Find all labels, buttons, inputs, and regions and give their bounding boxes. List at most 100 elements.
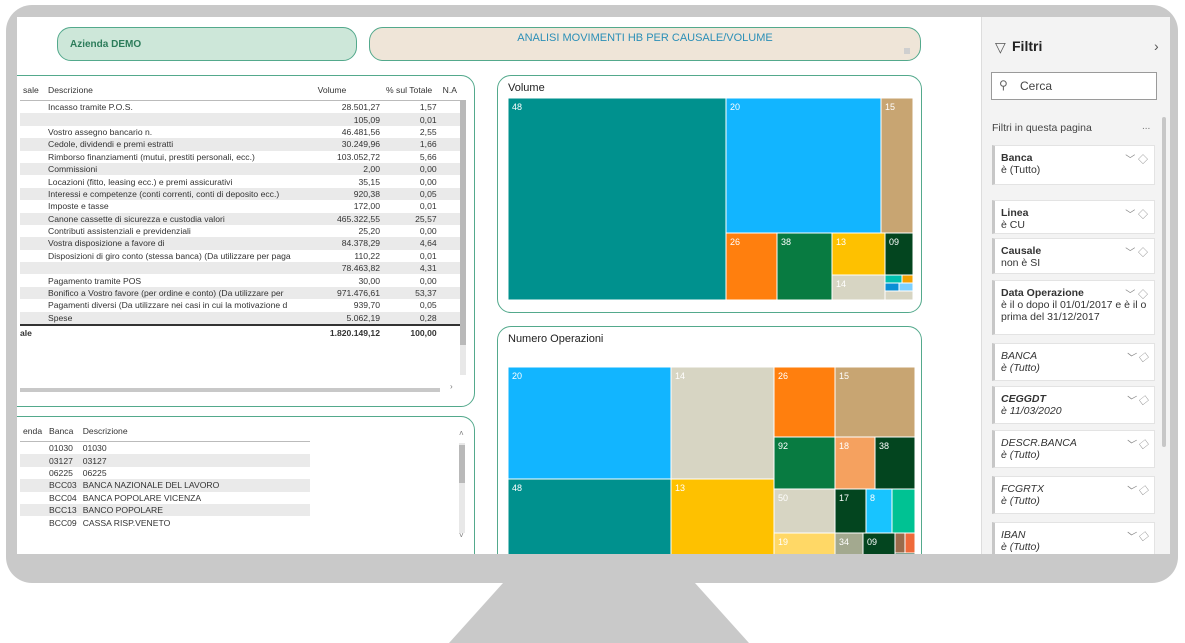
cell-percent: 0,00 <box>419 176 437 187</box>
table-row[interactable]: Incasso tramite P.O.S. 28.501,27 1,57 <box>20 101 460 114</box>
table-row[interactable]: 03127 03127 <box>20 454 310 467</box>
cell-banca: 03127 <box>46 454 80 467</box>
filter-card[interactable]: CEGGDT è 11/03/2020 ﹀ ◇ <box>992 386 1155 424</box>
filter-expand-icon[interactable]: ﹀ ◇ <box>1125 286 1148 301</box>
filter-card[interactable]: BANCA è (Tutto) ﹀ ◇ <box>992 343 1155 381</box>
cell-causale <box>20 162 46 176</box>
cell-descrizione: Pagamento tramite POS <box>48 275 142 286</box>
filter-expand-icon[interactable]: ﹀ ◇ <box>1125 482 1148 497</box>
treemap-tile[interactable] <box>670 366 775 480</box>
cell-descrizione-banca: CASSA RISP.VENETO <box>82 517 171 528</box>
table-row[interactable]: Interessi e competenze (conti correnti, … <box>20 187 460 201</box>
table-row[interactable]: BCC13 BANCO POPOLARE <box>20 503 310 517</box>
filters-scrollbar[interactable] <box>1162 117 1166 447</box>
scroll-right-icon[interactable]: › <box>450 382 453 391</box>
col-header-banca[interactable]: Banca <box>46 421 80 442</box>
col-header-azienda[interactable]: enda <box>20 421 46 442</box>
treemap-tile[interactable] <box>898 282 914 292</box>
col-header-volume[interactable]: Volume <box>314 80 383 101</box>
treemap-label: 20 <box>512 371 522 381</box>
table-row[interactable]: Vostro assegno bancario n. 46.481,56 2,55 <box>20 126 460 138</box>
table-row[interactable]: Imposte e tasse 172,00 0,01 <box>20 200 460 212</box>
cell-descrizione: Disposizioni di giro conto (stessa banca… <box>48 250 291 261</box>
treemap-tile[interactable] <box>894 552 916 554</box>
table-row[interactable]: BCC04 BANCA POPOLARE VICENZA <box>20 492 310 504</box>
filter-card[interactable]: Linea è CU ﹀ ◇ <box>992 200 1155 234</box>
filter-expand-icon[interactable]: ﹀ ◇ <box>1125 436 1148 451</box>
table-row[interactable]: Locazioni (fitto, leasing ecc.) e premi … <box>20 175 460 187</box>
more-options-icon[interactable]: ... <box>1142 121 1150 132</box>
cell-percent: 53,37 <box>383 286 440 300</box>
table-scroll-thumb[interactable] <box>460 100 466 345</box>
table-row[interactable]: Commissioni 2,00 0,00 <box>20 162 460 176</box>
treemap-tile[interactable] <box>725 97 882 234</box>
table-vertical-scrollbar[interactable] <box>460 100 466 375</box>
treemap-tile[interactable] <box>507 478 672 554</box>
banks-vertical-scrollbar[interactable] <box>459 443 465 533</box>
cell-banca: 01030 <box>49 443 73 454</box>
cell-volume: 28.501,27 <box>341 102 380 113</box>
cell-descrizione-banca: BANCA POPOLARE VICENZA <box>82 492 202 503</box>
treemap-label: 20 <box>730 102 740 112</box>
table-row[interactable]: 01030 01030 <box>20 442 310 455</box>
treemap-tile[interactable] <box>894 532 906 554</box>
treemap-tile[interactable] <box>670 478 775 554</box>
cell-na <box>439 237 460 250</box>
cell-descrizione: Cedole, dividendi e premi estratti <box>45 138 315 151</box>
treemap-tile[interactable] <box>507 366 672 480</box>
filter-expand-icon[interactable]: ﹀ ◇ <box>1125 349 1148 364</box>
filters-search-box[interactable]: ⚲ Cerca <box>991 72 1157 100</box>
total-label: ale <box>20 324 46 341</box>
treemap-tile[interactable] <box>901 274 914 284</box>
treemap-tile[interactable] <box>884 282 900 292</box>
table-row[interactable]: Contributi assistenziali e previdenziali… <box>20 225 460 237</box>
table-row[interactable]: Cedole, dividendi e premi estratti 30.249… <box>20 138 460 151</box>
table-row[interactable]: 78.463,82 4,31 <box>20 262 460 275</box>
treemap-tile[interactable] <box>884 290 914 301</box>
table-row[interactable]: Pagamenti diversi (Da utilizzare nei cas… <box>20 299 460 311</box>
treemap-tile[interactable] <box>891 488 916 534</box>
table-row[interactable]: 105,09 0,01 <box>20 113 460 126</box>
filter-card[interactable]: IBAN è (Tutto) ﹀ ◇ <box>992 522 1155 554</box>
table-row[interactable]: Rimborso finanziamenti (mutui, prestiti … <box>20 151 460 163</box>
table-row[interactable]: Canone cassette di sicurezza e custodia … <box>20 212 460 225</box>
cell-causale <box>20 225 45 237</box>
table-row[interactable]: BCC03 BANCA NAZIONALE DEL LAVORO <box>20 479 310 492</box>
filter-expand-icon[interactable]: ﹀ ◇ <box>1125 206 1148 221</box>
cell-na <box>439 262 460 275</box>
treemap-label: 13 <box>836 237 846 247</box>
collapse-pane-icon[interactable]: › <box>1154 38 1159 54</box>
treemap-tile[interactable] <box>884 274 903 284</box>
scroll-down-icon[interactable]: ˅ <box>459 531 464 540</box>
cell-causale <box>20 101 45 114</box>
table-horizontal-scrollbar[interactable] <box>20 388 440 392</box>
filter-card[interactable]: Banca è (Tutto) ﹀ ◇ <box>992 145 1155 185</box>
col-header-descrizione-banca[interactable]: Descrizione <box>79 421 310 442</box>
filter-expand-icon[interactable]: ﹀ ◇ <box>1125 528 1148 543</box>
col-header-causale[interactable]: sale <box>20 80 46 101</box>
table-row[interactable]: 06225 06225 <box>20 467 310 479</box>
col-header-na[interactable]: N.A <box>439 80 460 101</box>
table-row[interactable]: Spese 5.062,19 0,28 <box>20 311 460 326</box>
banks-scroll-thumb[interactable] <box>459 445 465 483</box>
filter-card[interactable]: FCGRTX è (Tutto) ﹀ ◇ <box>992 476 1155 514</box>
cell-percent: 0,28 <box>383 311 440 326</box>
table-row[interactable]: Bonifico a Vostro favore (per ordine e c… <box>20 286 460 300</box>
filter-expand-icon[interactable]: ﹀ ◇ <box>1125 151 1148 166</box>
filter-expand-icon[interactable]: ﹀ ◇ <box>1125 244 1148 259</box>
table-row[interactable]: Disposizioni di giro conto (stessa banca… <box>20 250 460 262</box>
table-row[interactable]: Pagamento tramite POS 30,00 0,00 <box>20 274 460 286</box>
table-row[interactable]: Vostra disposizione a favore di 84.378,29… <box>20 237 460 250</box>
treemap-tile[interactable] <box>880 97 914 234</box>
treemap-tile[interactable] <box>904 532 916 554</box>
col-header-percent[interactable]: % sul Totale <box>383 80 440 101</box>
filter-card[interactable]: Causale non è SI ﹀ ◇ <box>992 238 1155 274</box>
filter-card[interactable]: DESCR.BANCA è (Tutto) ﹀ ◇ <box>992 430 1155 468</box>
table-row[interactable]: BCC09 CASSA RISP.VENETO <box>20 516 310 528</box>
filter-expand-icon[interactable]: ﹀ ◇ <box>1125 392 1148 407</box>
cell-percent: 25,57 <box>383 212 440 225</box>
col-header-descrizione[interactable]: Descrizione <box>45 80 315 101</box>
treemap-tile[interactable] <box>507 97 727 301</box>
filter-card[interactable]: Data Operazione è il o dopo il 01/01/2017… <box>992 280 1155 335</box>
scroll-up-icon[interactable]: ˄ <box>459 429 464 438</box>
